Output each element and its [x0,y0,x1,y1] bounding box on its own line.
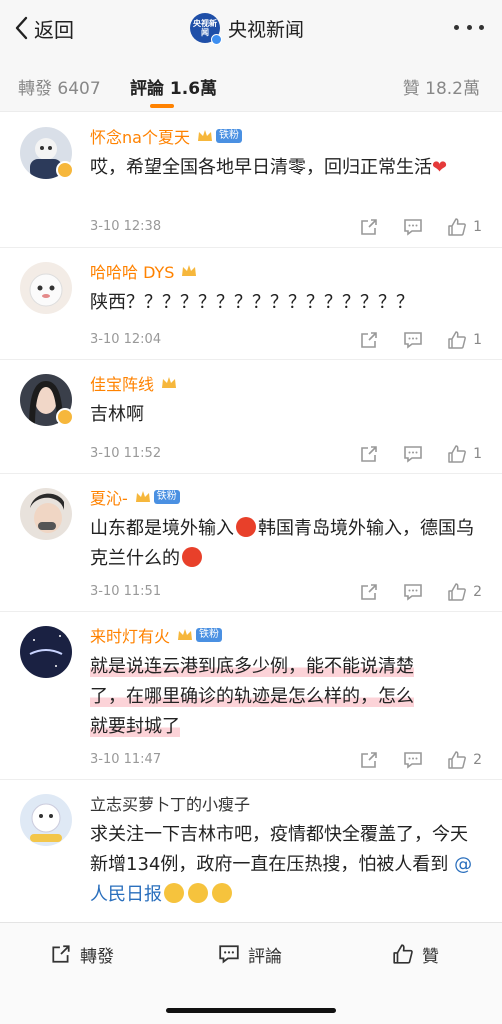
share-icon[interactable] [359,217,379,237]
reply-icon[interactable] [403,750,423,770]
home-indicator[interactable] [166,1008,336,1013]
heart-emoji-icon: ❤ [432,157,448,178]
thumbs-up-icon [393,944,413,964]
fan-badge: 铁粉 [215,129,242,143]
thumbs-up-icon [448,218,467,236]
like-count: 1 [473,446,482,462]
like-count: 1 [473,332,482,348]
comment-text: 就是说连云港到底多少例，能不能说清楚 了，在哪里确诊的轨迹是怎么样的，怎么 就要… [90,652,482,742]
account-name: 央视新闻 [228,18,305,41]
thumbs-up-icon [448,331,467,349]
top-nav-bar: 返回 央视新闻 央视新闻 [0,0,502,56]
highlighted-text: 就要封城了 [90,716,180,737]
thumbs-up-icon [448,751,467,769]
crown-badge-icon [182,265,197,276]
comment-item: 立志买萝卜丁的小瘦子 求关注一下吉林市吧，疫情都快全覆盖了，今天新增134例，政… [0,780,502,922]
tab-likes[interactable]: 贊 18.2萬 [403,74,480,99]
like-button[interactable]: 1 [447,330,482,350]
comment-item: 佳宝阵线 吉林啊 3-10 11:52 1 [0,360,502,474]
cctv-news-logo: 央视新闻 [190,13,222,45]
comment-text: 吉林啊 [90,404,144,425]
like-count: 2 [473,752,482,768]
comment-text: 陕西？？？？？？？？？？？？？？？？ [90,292,414,313]
like-count: 1 [473,219,482,235]
repost-label: 轉發 [80,946,114,967]
crown-badge-icon [178,629,193,640]
crown-badge-icon [135,491,150,502]
angry-emoji-icon [236,517,256,537]
comment-username[interactable]: 立志买萝卜丁的小瘦子 [90,791,250,815]
avatar[interactable] [20,488,72,540]
share-icon[interactable] [359,582,379,602]
more-options-icon[interactable] [454,20,484,34]
share-icon [52,945,70,963]
angry-emoji-icon [182,547,202,567]
comment-body: 求关注一下吉林市吧，疫情都快全覆盖了，今天新增134例，政府一直在压热搜，怕被人… [90,824,468,875]
comment-body-part: 山东都是境外输入 [90,518,234,539]
sad-emoji-icon [188,883,208,903]
engagement-tabs: 轉發 6407 評論 1.6萬 贊 18.2萬 [0,56,502,112]
like-button[interactable]: 1 [447,217,482,237]
comment-username[interactable]: 佳宝阵线 [90,371,154,395]
sad-emoji-icon [164,883,184,903]
comment-username[interactable]: 来时灯有火 [90,623,170,647]
like-button[interactable]: 贊 [392,941,439,967]
crown-badge-icon [162,377,177,388]
thumbs-up-icon [448,583,467,601]
comment-time: 3-10 11:47 [90,752,162,767]
reply-icon[interactable] [403,444,423,464]
tab-comments[interactable]: 評論 1.6萬 [130,74,217,99]
share-icon[interactable] [359,330,379,350]
comment-time: 3-10 12:38 [90,219,162,234]
chevron-left-icon [15,16,28,40]
sad-emoji-icon [212,883,232,903]
comment-time: 3-10 11:52 [90,446,162,461]
comment-text: 求关注一下吉林市吧，疫情都快全覆盖了，今天新增134例，政府一直在压热搜，怕被人… [90,820,482,910]
comment-username[interactable]: 怀念na个夏天 [90,124,190,148]
comment-time: 3-10 11:51 [90,584,162,599]
avatar[interactable] [20,626,72,678]
like-button[interactable]: 2 [447,750,482,770]
back-button[interactable]: 返回 [14,14,74,42]
reply-icon[interactable] [403,582,423,602]
comment-body: 哎，希望全国各地早日清零，回归正常生活 [90,157,432,178]
share-icon[interactable] [359,750,379,770]
account-header[interactable]: 央视新闻 央视新闻 [190,12,305,45]
like-button[interactable]: 2 [447,582,482,602]
thumbs-up-icon [448,445,467,463]
comment-icon [219,945,239,964]
reply-icon[interactable] [403,217,423,237]
comment-username[interactable]: 哈哈哈 DYS [90,259,174,283]
like-label: 贊 [422,946,439,967]
verified-icon [211,34,222,45]
fan-badge: 铁粉 [153,490,180,504]
comment-text: 山东都是境外输入 韩国青岛境外输入，德国乌克兰什么的 [90,514,482,574]
avatar[interactable] [20,794,72,846]
comment-username[interactable]: 夏沁- [90,485,128,509]
like-button[interactable]: 1 [447,444,482,464]
comment-item: 夏沁- 铁粉 山东都是境外输入 韩国青岛境外输入，德国乌克兰什么的 3-10 11… [0,474,502,612]
comment-label: 評論 [248,946,282,967]
verified-badge-icon [56,161,74,179]
highlighted-text: 就是说连云港到底多少例，能不能说清楚 [90,656,414,677]
comment-item: 来时灯有火 铁粉 就是说连云港到底多少例，能不能说清楚 了，在哪里确诊的轨迹是怎… [0,612,502,780]
share-icon[interactable] [359,444,379,464]
comment-button[interactable]: 評論 [218,941,282,967]
verified-badge-icon [56,408,74,426]
comment-item: 哈哈哈 DYS 陕西？？？？？？？？？？？？？？？？ 3-10 12:04 1 [0,248,502,360]
comment-text: 哎，希望全国各地早日清零，回归正常生活❤ [90,153,482,183]
crown-badge-icon [197,130,212,141]
comment-time: 3-10 12:04 [90,332,162,347]
tab-reposts[interactable]: 轉發 6407 [18,74,101,99]
comment-item: 怀念na个夏天 铁粉 哎，希望全国各地早日清零，回归正常生活❤ 3-10 12:… [0,113,502,248]
active-tab-indicator [150,104,174,108]
back-label: 返回 [34,17,74,42]
highlighted-text: 了，在哪里确诊的轨迹是怎么样的，怎么 [90,686,414,707]
avatar[interactable] [20,262,72,314]
reply-icon[interactable] [403,330,423,350]
like-count: 2 [473,584,482,600]
repost-button[interactable]: 轉發 [50,941,114,967]
fan-badge: 铁粉 [196,628,223,642]
